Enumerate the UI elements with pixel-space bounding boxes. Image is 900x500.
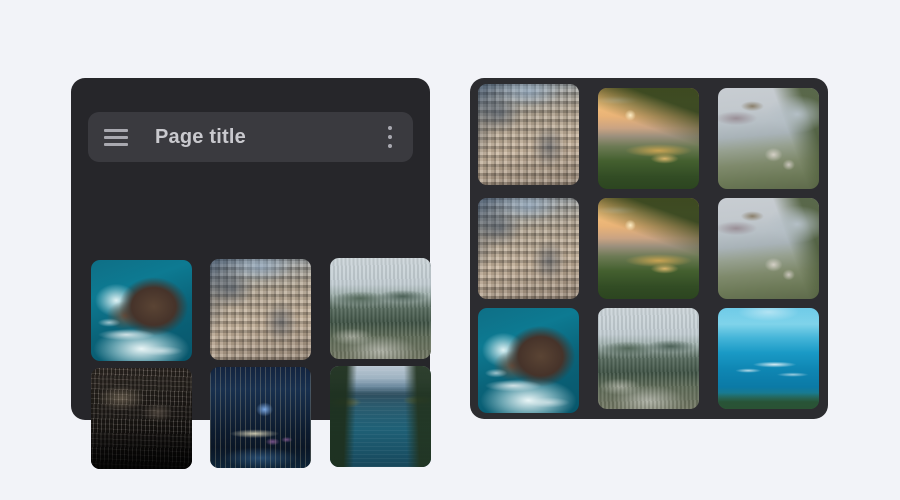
kebab-dot xyxy=(388,144,392,148)
kebab-dot xyxy=(388,135,392,139)
kebab-menu-icon[interactable] xyxy=(380,126,400,148)
gallery-tile[interactable] xyxy=(330,366,431,467)
gallery-grid xyxy=(82,182,431,469)
gallery-tile[interactable] xyxy=(91,260,192,361)
photo-cliff xyxy=(91,260,192,361)
grid-tile[interactable] xyxy=(478,198,579,299)
grid-tile[interactable] xyxy=(718,88,819,189)
kebab-dot xyxy=(388,126,392,130)
app-bar: Page title xyxy=(88,112,413,162)
grid-tile[interactable] xyxy=(718,308,819,409)
photo-city-dark xyxy=(91,368,192,469)
photo-coast xyxy=(718,198,819,299)
grid-tile[interactable] xyxy=(598,308,699,409)
photo-tropical xyxy=(718,308,819,409)
photo-city-day xyxy=(478,84,579,185)
photo-city-day xyxy=(210,259,311,360)
gallery-tile[interactable] xyxy=(210,259,311,360)
grid xyxy=(470,78,828,419)
photo-sunset xyxy=(598,198,699,299)
grid-tile[interactable] xyxy=(598,88,699,189)
photo-city-night xyxy=(210,367,311,468)
hamburger-line xyxy=(104,128,128,132)
grid-tile[interactable] xyxy=(478,84,579,185)
hamburger-menu-icon[interactable] xyxy=(104,128,128,146)
hamburger-line xyxy=(104,142,128,146)
hamburger-line xyxy=(104,135,128,139)
grid-tile[interactable] xyxy=(598,198,699,299)
photo-sunset xyxy=(598,88,699,189)
image-grid-card xyxy=(470,78,828,419)
grid-tile[interactable] xyxy=(718,198,819,299)
gallery-tile[interactable] xyxy=(210,367,311,468)
photo-hills xyxy=(330,258,431,359)
page-title: Page title xyxy=(155,125,246,148)
photo-hills xyxy=(598,308,699,409)
photo-city-day xyxy=(478,198,579,299)
photo-coast xyxy=(718,88,819,189)
photo-lake xyxy=(330,366,431,467)
grid-tile[interactable] xyxy=(478,308,579,413)
photo-cliff xyxy=(478,308,579,413)
gallery-tile[interactable] xyxy=(91,368,192,469)
image-gallery-card: Page title xyxy=(71,78,431,469)
gallery-tile[interactable] xyxy=(330,258,431,359)
